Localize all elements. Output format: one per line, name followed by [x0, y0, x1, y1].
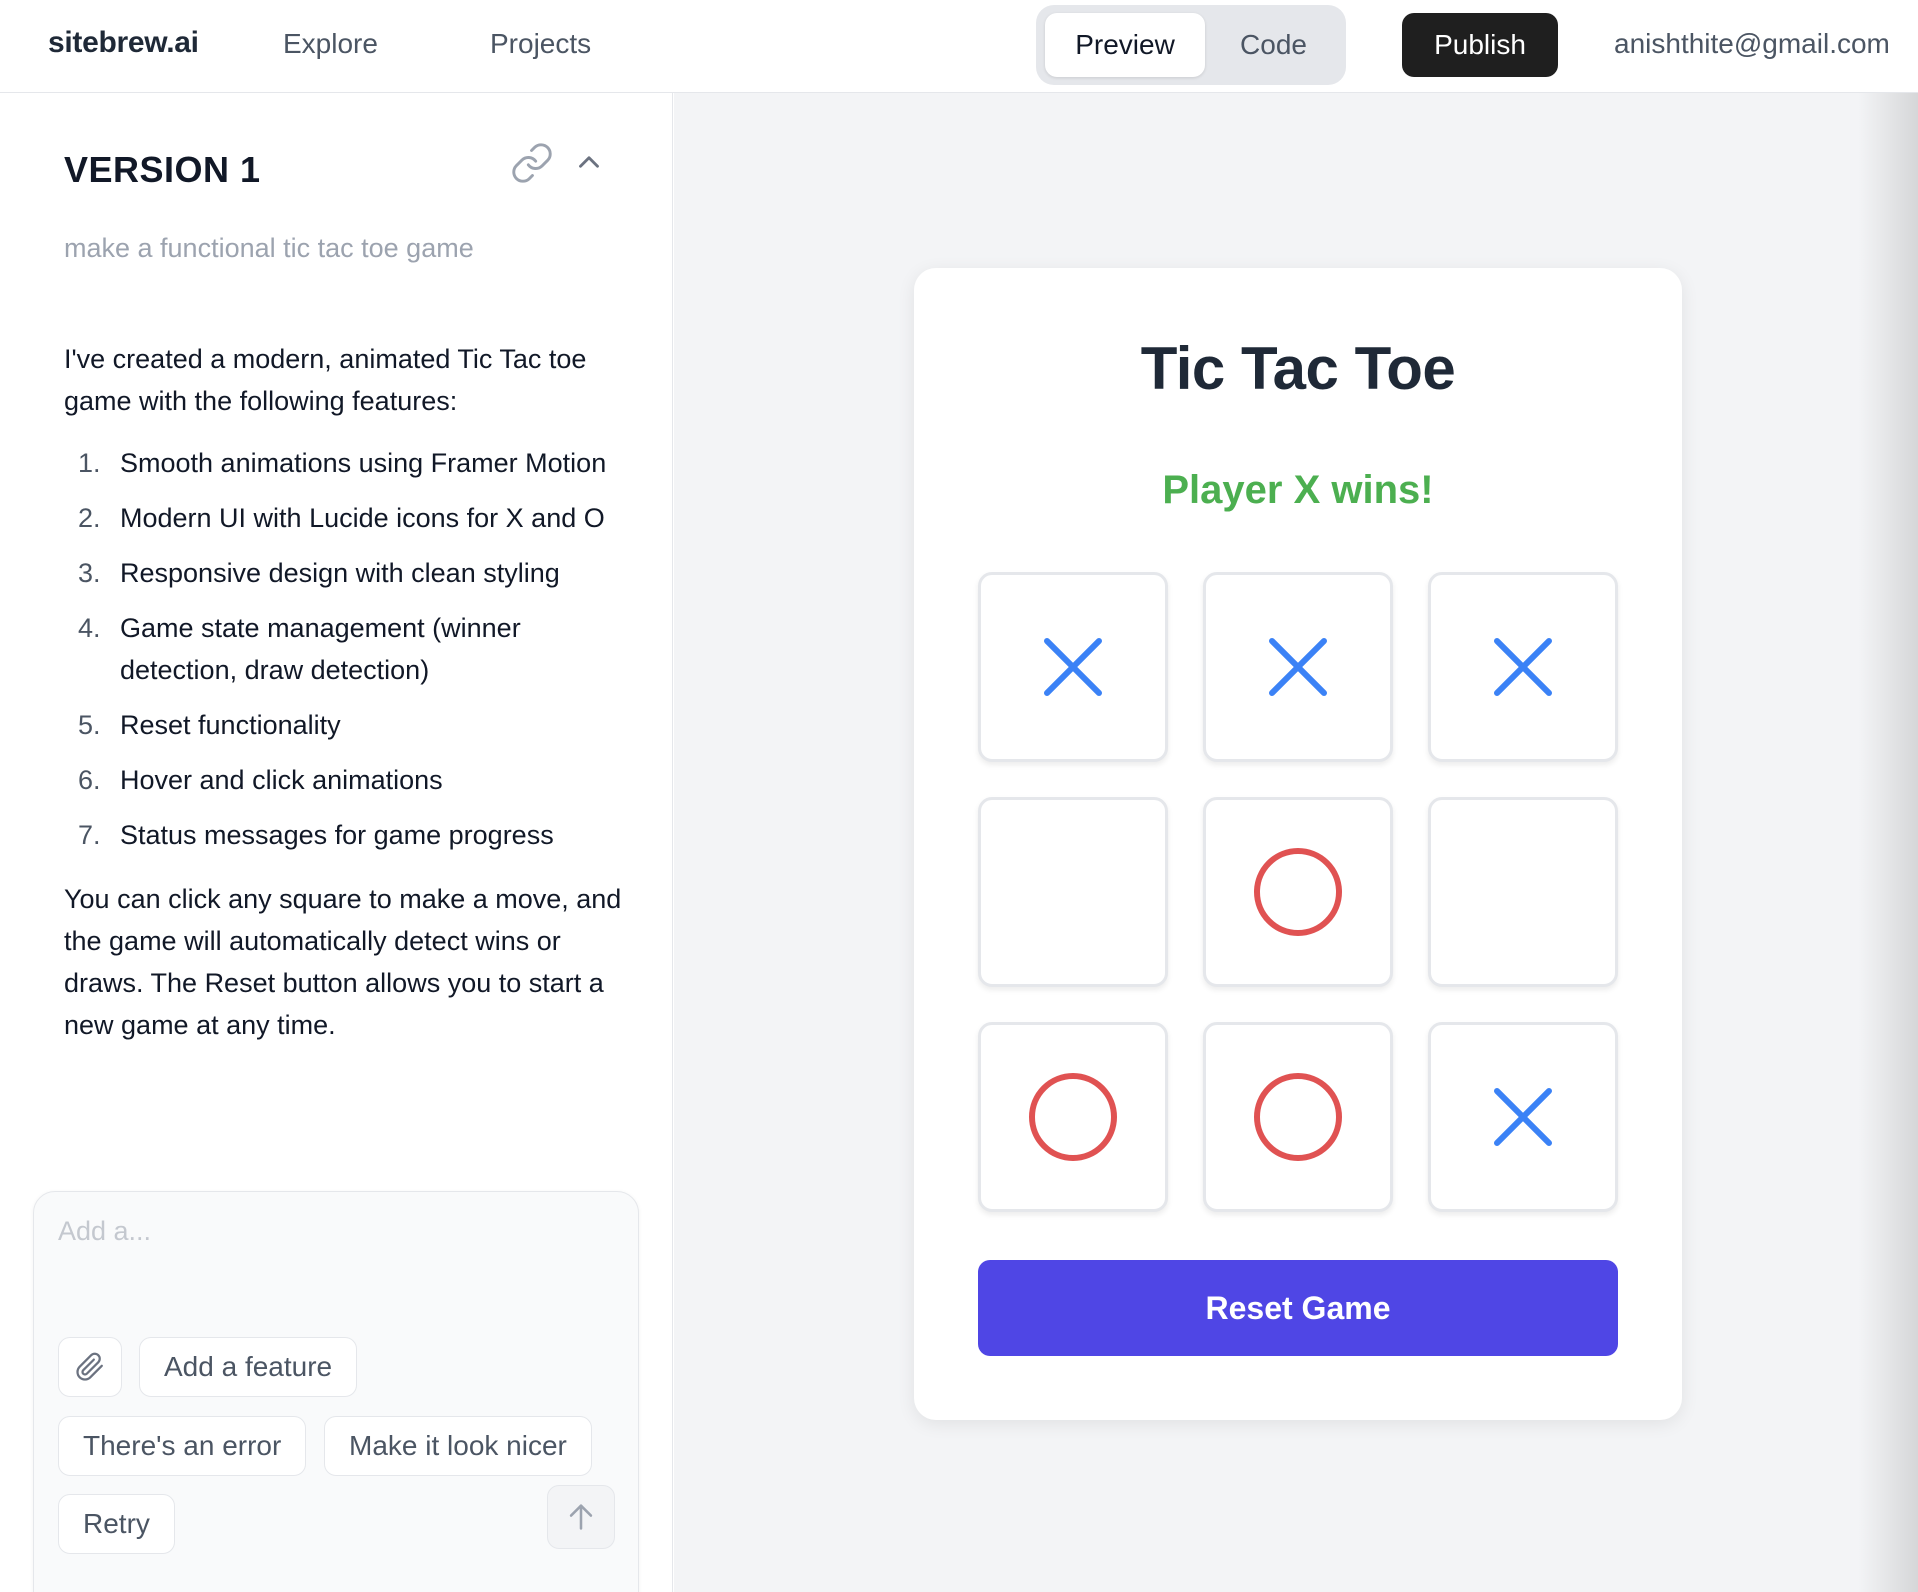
list-number: 4. — [78, 613, 101, 643]
list-item: 4. Game state management (winner detectio… — [64, 607, 624, 691]
list-item: 2. Modern UI with Lucide icons for X and … — [64, 497, 624, 539]
list-number: 3. — [78, 558, 101, 588]
list-item: 5. Reset functionality — [64, 704, 624, 746]
nav-explore[interactable]: Explore — [283, 28, 378, 60]
game-board — [978, 572, 1618, 1212]
list-item: 1. Smooth animations using Framer Motion — [64, 442, 624, 484]
send-button[interactable] — [547, 1485, 615, 1549]
chat-panel: VERSION 1 make a functional tic tac toe … — [0, 93, 673, 1592]
board-cell[interactable] — [1428, 572, 1618, 762]
reset-game-button[interactable]: Reset Game — [978, 1260, 1618, 1356]
x-mark-icon — [1044, 638, 1102, 696]
board-cell[interactable] — [1428, 797, 1618, 987]
board-cell[interactable] — [978, 572, 1168, 762]
list-text: Status messages for game progress — [120, 820, 554, 850]
o-mark-icon — [1029, 1073, 1117, 1161]
look-nicer-chip[interactable]: Make it look nicer — [324, 1416, 592, 1476]
list-number: 2. — [78, 503, 101, 533]
x-mark-icon — [1494, 1088, 1552, 1146]
preview-pane: Tic Tac Toe Player X wins! Reset Game — [674, 93, 1918, 1592]
list-text: Hover and click animations — [120, 765, 443, 795]
game-card: Tic Tac Toe Player X wins! Reset Game — [914, 268, 1682, 1420]
list-text: Smooth animations using Framer Motion — [120, 448, 607, 478]
list-item: 7. Status messages for game progress — [64, 814, 624, 856]
board-cell[interactable] — [978, 1022, 1168, 1212]
brand-logo[interactable]: sitebrew.ai — [48, 26, 199, 60]
arrow-up-icon — [569, 1504, 593, 1530]
o-mark-icon — [1254, 848, 1342, 936]
board-cell[interactable] — [1428, 1022, 1618, 1212]
board-cell[interactable] — [1203, 572, 1393, 762]
game-status: Player X wins! — [1162, 468, 1434, 512]
chevron-up-icon[interactable] — [572, 145, 606, 179]
feature-list: 1. Smooth animations using Framer Motion … — [64, 442, 624, 856]
top-nav: sitebrew.ai Explore Projects Preview Cod… — [0, 0, 1918, 93]
o-mark-icon — [1254, 1073, 1342, 1161]
list-text: Reset functionality — [120, 710, 341, 740]
list-number: 7. — [78, 820, 101, 850]
message-intro: I've created a modern, animated Tic Tac … — [64, 344, 587, 416]
nav-projects[interactable]: Projects — [490, 28, 591, 60]
prompt-input[interactable] — [58, 1216, 618, 1296]
retry-chip[interactable]: Retry — [58, 1494, 175, 1554]
attach-button[interactable] — [58, 1337, 122, 1397]
board-cell[interactable] — [1203, 797, 1393, 987]
message-outro: You can click any square to make a move,… — [64, 884, 622, 1040]
list-number: 1. — [78, 448, 101, 478]
user-prompt: make a functional tic tac toe game — [64, 233, 474, 263]
preview-tab[interactable]: Preview — [1045, 13, 1205, 77]
list-number: 6. — [78, 765, 101, 795]
x-mark-icon — [1269, 638, 1327, 696]
error-chip[interactable]: There's an error — [58, 1416, 307, 1476]
user-email[interactable]: anishthite@gmail.com — [1614, 28, 1890, 60]
add-feature-chip[interactable]: Add a feature — [139, 1337, 358, 1397]
list-text: Responsive design with clean styling — [120, 558, 560, 588]
publish-button[interactable]: Publish — [1402, 13, 1558, 77]
game-title: Tic Tac Toe — [1140, 335, 1456, 402]
assistant-message: I've created a modern, animated Tic Tac … — [64, 338, 624, 1066]
view-toggle: Preview Code — [1036, 5, 1346, 85]
paperclip-icon — [76, 1352, 103, 1381]
board-cell[interactable] — [978, 797, 1168, 987]
edge-shadow — [1858, 93, 1918, 1592]
link-icon[interactable] — [510, 141, 554, 185]
composer: Add a feature There's an error Make it l… — [33, 1191, 639, 1592]
list-text: Game state management (winner detection,… — [120, 613, 521, 685]
version-title: VERSION 1 — [64, 149, 261, 190]
list-item: 3. Responsive design with clean styling — [64, 552, 624, 594]
board-cell[interactable] — [1203, 1022, 1393, 1212]
list-text: Modern UI with Lucide icons for X and O — [120, 503, 605, 533]
code-tab[interactable]: Code — [1211, 13, 1336, 77]
x-mark-icon — [1494, 638, 1552, 696]
list-item: 6. Hover and click animations — [64, 759, 624, 801]
list-number: 5. — [78, 710, 101, 740]
